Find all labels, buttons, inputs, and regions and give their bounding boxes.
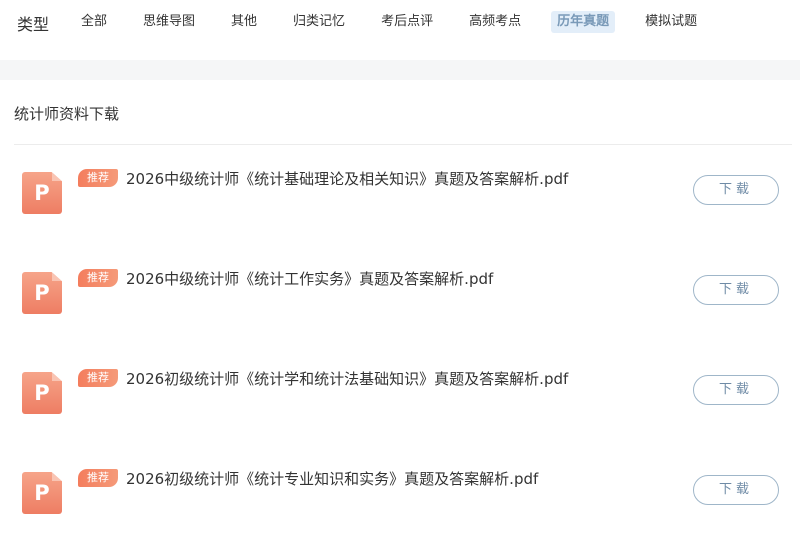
pdf-file-icon: P bbox=[22, 372, 62, 414]
tab-other[interactable]: 其他 bbox=[225, 11, 263, 33]
tab-review[interactable]: 考后点评 bbox=[375, 11, 439, 33]
file-icon-letter: P bbox=[34, 281, 50, 305]
file-icon-letter: P bbox=[34, 181, 50, 205]
file-list: P 推荐 2026中级统计师《统计基础理论及相关知识》真题及答案解析.pdf 下… bbox=[0, 145, 800, 534]
file-name[interactable]: 2026初级统计师《统计学和统计法基础知识》真题及答案解析.pdf bbox=[126, 369, 568, 389]
file-icon-letter: P bbox=[34, 381, 50, 405]
tab-memory[interactable]: 归类记忆 bbox=[287, 11, 351, 33]
pdf-file-icon: P bbox=[22, 172, 62, 214]
section-separator bbox=[0, 60, 800, 80]
file-icon-letter: P bbox=[34, 481, 50, 505]
file-row: P 推荐 2026中级统计师《统计工作实务》真题及答案解析.pdf 下载 bbox=[0, 245, 800, 345]
tab-mock-exams[interactable]: 模拟试题 bbox=[639, 11, 703, 33]
download-button[interactable]: 下载 bbox=[693, 475, 779, 505]
file-row: P 推荐 2026初级统计师《统计专业知识和实务》真题及答案解析.pdf 下载 bbox=[0, 445, 800, 534]
pdf-file-icon: P bbox=[22, 272, 62, 314]
recommend-badge: 推荐 bbox=[78, 269, 118, 287]
file-row: P 推荐 2026初级统计师《统计学和统计法基础知识》真题及答案解析.pdf 下… bbox=[0, 345, 800, 445]
pdf-file-icon: P bbox=[22, 472, 62, 514]
tab-all[interactable]: 全部 bbox=[75, 11, 113, 33]
filter-bar: 类型 全部 思维导图 其他 归类记忆 考后点评 高频考点 历年真题 模拟试题 bbox=[0, 0, 800, 46]
section-title: 统计师资料下载 bbox=[14, 105, 120, 123]
download-button[interactable]: 下载 bbox=[693, 175, 779, 205]
recommend-badge: 推荐 bbox=[78, 369, 118, 387]
download-button[interactable]: 下载 bbox=[693, 275, 779, 305]
file-name[interactable]: 2026初级统计师《统计专业知识和实务》真题及答案解析.pdf bbox=[126, 469, 538, 489]
recommend-badge: 推荐 bbox=[78, 169, 118, 187]
file-row: P 推荐 2026中级统计师《统计基础理论及相关知识》真题及答案解析.pdf 下… bbox=[0, 145, 800, 245]
file-name[interactable]: 2026中级统计师《统计工作实务》真题及答案解析.pdf bbox=[126, 269, 493, 289]
file-name[interactable]: 2026中级统计师《统计基础理论及相关知识》真题及答案解析.pdf bbox=[126, 169, 568, 189]
type-label: 类型 bbox=[17, 15, 50, 34]
tab-key-points[interactable]: 高频考点 bbox=[463, 11, 527, 33]
filter-tabs: 全部 思维导图 其他 归类记忆 考后点评 高频考点 历年真题 模拟试题 bbox=[75, 11, 727, 33]
tab-mind-map[interactable]: 思维导图 bbox=[137, 11, 201, 33]
download-button[interactable]: 下载 bbox=[693, 375, 779, 405]
recommend-badge: 推荐 bbox=[78, 469, 118, 487]
tab-past-exams[interactable]: 历年真题 bbox=[551, 11, 616, 33]
